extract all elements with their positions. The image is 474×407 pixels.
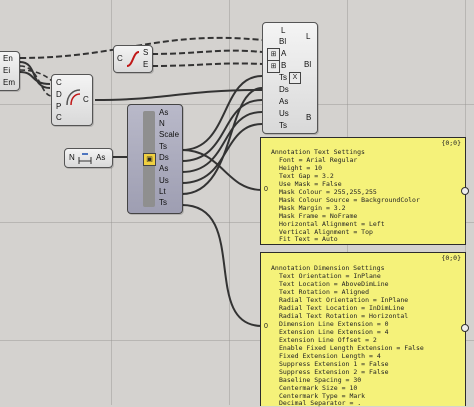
- deconstruct-settings-component[interactable]: ▣ As N Scale Ts Ds As Us Lt Ts: [127, 104, 183, 214]
- output-port-en[interactable]: En: [3, 54, 13, 64]
- curve-icon: [126, 51, 140, 67]
- output-port-scale[interactable]: Scale: [159, 130, 179, 140]
- arc-component[interactable]: C D P C C: [51, 74, 93, 126]
- panel-line: Font = Arial Regular: [279, 156, 358, 164]
- grasshopper-canvas[interactable]: En Ei Em C S E C D P C C N As As: [0, 0, 474, 407]
- input-port-us[interactable]: Us: [279, 109, 289, 119]
- panel-line: Extension Line Extension = 4: [279, 328, 389, 336]
- panel-input-index: 0: [264, 186, 268, 193]
- left-param-component[interactable]: En Ei Em: [0, 51, 20, 91]
- panel-output-grip[interactable]: [461, 324, 469, 332]
- graft-icon: ⊞: [267, 60, 280, 73]
- input-port-d[interactable]: D: [56, 90, 62, 100]
- panel-line: Radial Text Location = InDimLine: [279, 304, 405, 312]
- output-port-ts2[interactable]: Ts: [159, 198, 167, 208]
- input-port-as[interactable]: As: [279, 97, 288, 107]
- input-port-l[interactable]: L: [281, 26, 285, 36]
- input-port-c[interactable]: C: [56, 78, 62, 88]
- panel-output-grip[interactable]: [461, 187, 469, 195]
- output-port-ei[interactable]: Ei: [3, 66, 10, 76]
- panel-line: Mask Margin = 3.2: [279, 204, 346, 212]
- panel-path-header: {0;0}: [441, 254, 461, 262]
- output-port-bl[interactable]: Bl: [304, 60, 311, 70]
- output-port-n[interactable]: N: [159, 119, 165, 129]
- input-port-n[interactable]: N: [69, 153, 75, 163]
- panel-line: Decimal Separator = .: [279, 399, 362, 407]
- dashed-wire: [151, 49, 263, 55]
- panel-path-header: {0;0}: [441, 139, 461, 147]
- dashed-wire: [151, 62, 263, 67]
- panel-line: Dimension Line Extension = 0: [279, 320, 389, 328]
- panel-line: Suppress Extension 2 = False: [279, 368, 389, 376]
- output-port-e[interactable]: E: [143, 60, 148, 70]
- input-port-a[interactable]: A: [281, 49, 286, 59]
- panel-line: Fit Text = Auto: [279, 235, 338, 243]
- text-settings-panel[interactable]: {0;0} 0 Annotation Text Settings Font = …: [260, 137, 469, 245]
- input-port-c2[interactable]: C: [56, 113, 62, 123]
- output-port-as[interactable]: As: [159, 108, 168, 118]
- output-port-ds[interactable]: Ds: [159, 153, 169, 163]
- wire: [181, 111, 263, 173]
- panel-line: Fixed Extension Length = 4: [279, 352, 381, 360]
- dimension-icon: [78, 153, 92, 164]
- output-port-as2[interactable]: As: [159, 164, 168, 174]
- output-port-b[interactable]: B: [306, 113, 311, 123]
- output-port-l[interactable]: L: [306, 32, 310, 42]
- input-port-ds[interactable]: Ds: [279, 85, 289, 95]
- panel-line: Suppress Extension 1 = False: [279, 360, 389, 368]
- input-port-ts[interactable]: Ts: [279, 73, 287, 83]
- panel-title: Annotation Dimension Settings: [271, 264, 385, 272]
- dimension-settings-panel[interactable]: {0;0} 0 Annotation Dimension Settings Te…: [260, 252, 469, 407]
- panel-line: Height = 10: [279, 164, 323, 172]
- curve-endpoints-component[interactable]: C S E: [113, 45, 153, 73]
- wire: [181, 204, 263, 327]
- input-port-b[interactable]: B: [281, 61, 286, 71]
- panel-line: Radial Text Orientation = InPlane: [279, 296, 409, 304]
- input-port-c[interactable]: C: [117, 54, 123, 64]
- panel-title: Annotation Text Settings: [271, 148, 365, 156]
- panel-line: Extension Line Offset = 2: [279, 336, 377, 344]
- dimension-style-component[interactable]: N As: [64, 148, 113, 168]
- panel-line: Baseline Spacing = 30: [279, 376, 362, 384]
- output-port-s[interactable]: S: [143, 48, 148, 58]
- panel-line: Text Gap = 3.2: [279, 172, 334, 180]
- panel-input-index: 0: [264, 323, 268, 330]
- output-port-ts[interactable]: Ts: [159, 142, 167, 152]
- wire: [181, 87, 263, 195]
- panel-line: Mask Colour Source = BackgroundColor: [279, 196, 420, 204]
- output-port-em[interactable]: Em: [3, 78, 15, 88]
- panel-line: Use Mask = False: [279, 180, 342, 188]
- annotation-text-component[interactable]: L Bl ⊞ A ⊞ B Ts X Ds As Us Ts L Bl B: [262, 22, 318, 134]
- panel-line: Mask Colour = 255,255,255: [279, 188, 377, 196]
- panel-line: Text Rotation = Aligned: [279, 288, 370, 296]
- panel-line: Horizontal Alignment = Left: [279, 220, 385, 228]
- output-port-c[interactable]: C: [83, 95, 89, 105]
- input-port-ts2[interactable]: Ts: [279, 121, 287, 131]
- panel-line: Radial Text Rotation = Horizontal: [279, 312, 409, 320]
- arc-icon: [66, 89, 81, 106]
- output-port-lt[interactable]: Lt: [159, 187, 166, 197]
- input-port-p[interactable]: P: [56, 102, 61, 112]
- input-port-bl[interactable]: Bl: [279, 37, 286, 47]
- settings-icon: ▣: [143, 153, 156, 166]
- wire: [94, 89, 263, 101]
- panel-line: Enable Fixed Length Extension = False: [279, 344, 424, 352]
- panel-line: Mask Frame = NoFrame: [279, 212, 358, 220]
- panel-line: Centermark Size = 10: [279, 384, 358, 392]
- panel-line: Text Orientation = InPlane: [279, 272, 381, 280]
- x-marker-icon: X: [289, 72, 301, 84]
- output-port-as[interactable]: As: [96, 153, 105, 163]
- panel-line: Text Location = AboveDimLine: [279, 280, 389, 288]
- output-port-us[interactable]: Us: [159, 176, 169, 186]
